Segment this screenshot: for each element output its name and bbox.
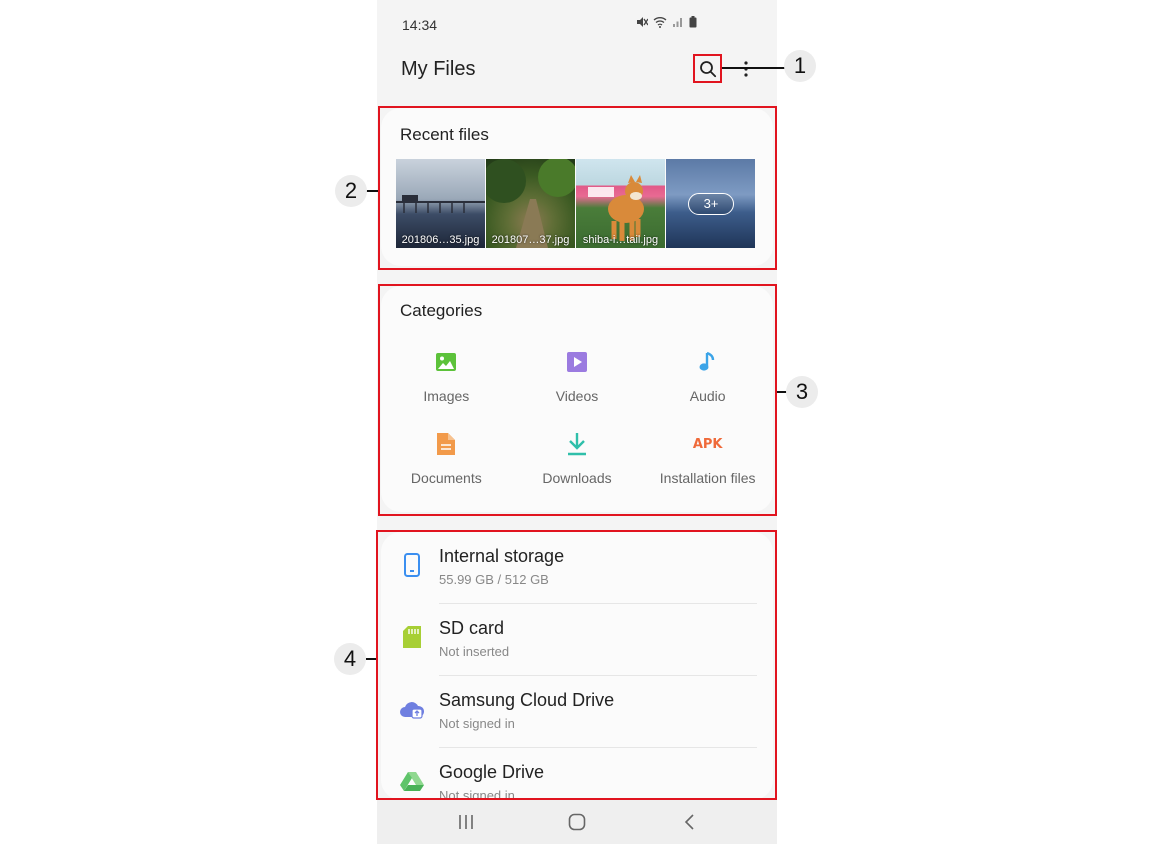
navigation-bar: [377, 800, 777, 844]
callout-leader: [722, 67, 786, 69]
page-title: My Files: [401, 58, 476, 80]
recents-button[interactable]: [454, 810, 478, 834]
recents-icon: [459, 815, 473, 829]
more-vert-icon: [744, 61, 748, 77]
highlight-recent-files: [378, 106, 777, 270]
highlight-storage: [376, 530, 777, 800]
callout-1: 1: [784, 50, 816, 82]
callout-leader: [366, 658, 376, 660]
callout-3: 3: [786, 376, 818, 408]
wifi-icon: [653, 17, 667, 28]
battery-icon: [689, 16, 697, 28]
highlight-categories: [378, 284, 777, 516]
back-icon: [684, 814, 694, 830]
signal-icon: [673, 18, 682, 27]
callout-4: 4: [334, 643, 366, 675]
highlight-search: [693, 54, 722, 83]
status-bar: 14:34: [377, 0, 777, 50]
home-icon: [568, 813, 586, 831]
status-time: 14:34: [402, 17, 438, 33]
callout-2: 2: [335, 175, 367, 207]
status-icons: [636, 16, 697, 28]
callout-leader: [366, 190, 378, 192]
back-button[interactable]: [678, 810, 702, 834]
more-options-button[interactable]: [739, 56, 753, 82]
home-button[interactable]: [565, 810, 589, 834]
mute-icon: [637, 17, 648, 27]
